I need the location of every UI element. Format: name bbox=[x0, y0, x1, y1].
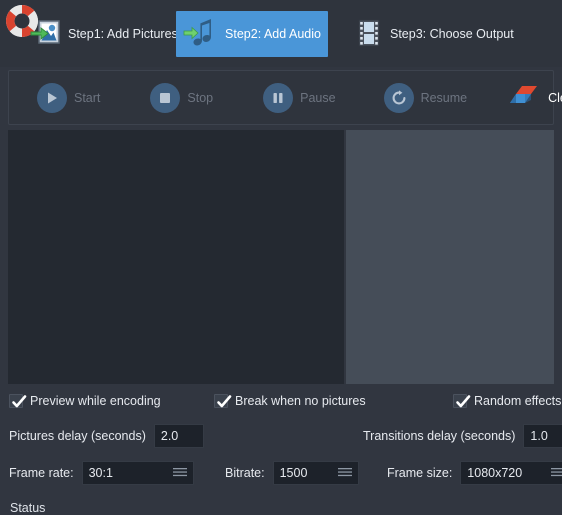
checkmark-icon bbox=[9, 394, 27, 408]
resume-icon bbox=[383, 82, 414, 113]
checkbox-preview-while-encoding[interactable]: Preview while encoding bbox=[9, 394, 161, 408]
pause-icon bbox=[263, 82, 294, 113]
start-button-label: Start bbox=[74, 90, 101, 105]
dropdown-lines-icon bbox=[337, 466, 352, 480]
preview-panel[interactable] bbox=[346, 130, 554, 384]
dropdown-lines-icon bbox=[551, 466, 562, 480]
status-label: Status bbox=[10, 501, 46, 515]
stop-button[interactable]: Stop bbox=[144, 76, 219, 120]
delay-settings-row: Pictures delay (seconds) 2.0 Transitions… bbox=[0, 424, 562, 450]
frame-size-select[interactable]: 1080x720 bbox=[460, 461, 562, 485]
clear-button[interactable]: Clear bbox=[503, 76, 562, 120]
checkbox-break-label: Break when no pictures bbox=[235, 394, 366, 408]
checkbox-preview-label: Preview while encoding bbox=[30, 394, 161, 408]
frame-rate-value: 30:1 bbox=[88, 466, 113, 480]
frame-size-value: 1080x720 bbox=[467, 466, 523, 480]
tab-step3-choose-output[interactable]: Step3: Choose Output bbox=[344, 11, 526, 57]
stop-icon bbox=[150, 82, 181, 113]
start-button[interactable]: Start bbox=[31, 76, 106, 120]
checkmark-icon bbox=[453, 394, 471, 408]
bitrate-label: Bitrate: bbox=[225, 466, 265, 480]
frame-rate-select[interactable]: 30:1 bbox=[81, 461, 194, 485]
step-tab-bar: Step1: Add Pictures Step2: Add Audio Ste… bbox=[0, 0, 562, 67]
pause-button[interactable]: Pause bbox=[257, 76, 341, 120]
checkbox-random-effects-label: Random effects bbox=[474, 394, 562, 408]
play-icon bbox=[37, 82, 67, 113]
stop-button-label: Stop bbox=[187, 90, 214, 105]
music-note-icon bbox=[183, 17, 217, 52]
picture-list-panel[interactable] bbox=[8, 130, 344, 384]
pictures-delay-input[interactable]: 2.0 bbox=[153, 424, 204, 448]
dropdown-lines-icon bbox=[172, 466, 187, 480]
frame-size-group: Frame size: 1080x720 bbox=[387, 461, 562, 485]
resume-button[interactable]: Resume bbox=[378, 76, 474, 120]
options-checkbox-row: Preview while encoding Break when no pic… bbox=[0, 394, 562, 418]
encoding-settings-row: Frame rate: 30:1 Bitrate: 1500 Frame siz… bbox=[0, 461, 562, 487]
pictures-delay-label: Pictures delay (seconds) bbox=[9, 429, 146, 443]
tab-step3-label: Step3: Choose Output bbox=[390, 27, 514, 41]
bitrate-select[interactable]: 1500 bbox=[272, 461, 359, 485]
checkbox-random-effects[interactable]: Random effects bbox=[453, 394, 561, 408]
frame-rate-group: Frame rate: 30:1 bbox=[9, 461, 194, 485]
bitrate-group: Bitrate: 1500 bbox=[225, 461, 359, 485]
resume-button-label: Resume bbox=[420, 90, 468, 105]
eraser-icon bbox=[509, 83, 541, 112]
bitrate-value: 1500 bbox=[279, 466, 308, 480]
pause-button-label: Pause bbox=[300, 90, 336, 105]
checkbox-break-when-no-pictures[interactable]: Break when no pictures bbox=[214, 394, 366, 408]
preview-area bbox=[8, 130, 554, 384]
frame-size-label: Frame size: bbox=[387, 466, 453, 480]
transitions-delay-group: Transitions delay (seconds) 1.0 bbox=[363, 424, 562, 448]
tab-step2-add-audio[interactable]: Step2: Add Audio bbox=[176, 11, 328, 57]
transitions-delay-label: Transitions delay (seconds) bbox=[363, 429, 516, 443]
tab-step1-add-pictures[interactable]: Step1: Add Pictures bbox=[18, 11, 190, 57]
film-strip-icon bbox=[356, 18, 382, 51]
transitions-delay-input[interactable]: 1.0 bbox=[523, 424, 562, 448]
tab-step2-label: Step2: Add Audio bbox=[225, 27, 321, 41]
control-toolbar: Start Stop Pause Resume Cl bbox=[8, 70, 562, 125]
tab-step1-label: Step1: Add Pictures bbox=[68, 27, 178, 41]
checkmark-icon bbox=[214, 394, 232, 408]
pictures-icon bbox=[30, 19, 60, 50]
frame-rate-label: Frame rate: bbox=[9, 466, 74, 480]
pictures-delay-group: Pictures delay (seconds) 2.0 bbox=[9, 424, 204, 448]
clear-button-label: Clear bbox=[548, 90, 562, 105]
